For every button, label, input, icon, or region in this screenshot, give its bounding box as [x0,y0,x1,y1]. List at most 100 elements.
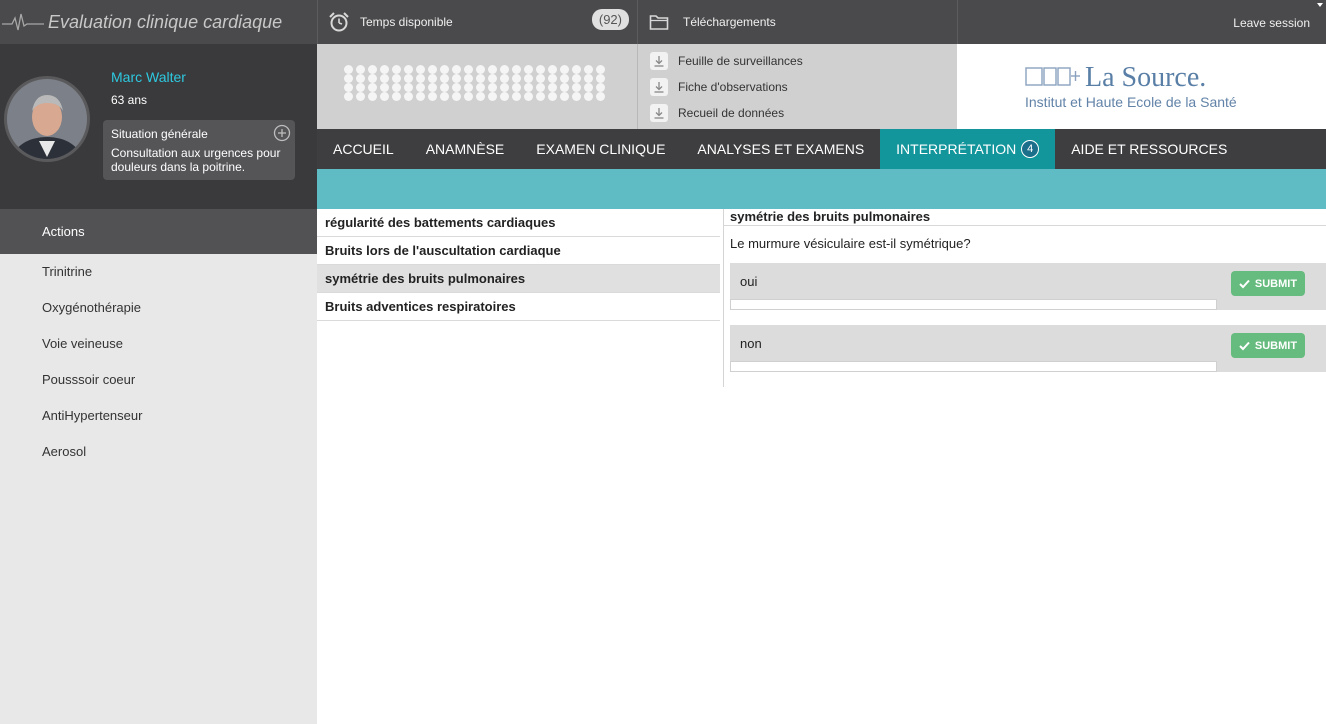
time-dot [356,74,365,83]
tab-aide-ressources[interactable]: AIDE ET RESSOURCES [1055,129,1243,169]
sidebar-item-aerosol[interactable]: Aerosol [0,434,317,470]
time-dot [560,65,569,74]
submit-button[interactable]: SUBMIT [1231,333,1305,358]
detail-title: symétrie des bruits pulmonaires [724,209,1326,226]
caret-down-icon [1317,3,1323,7]
timer-section: Temps disponible (92) [317,0,637,44]
download-label: Feuille de surveillances [678,54,803,68]
time-dot [572,92,581,101]
time-dot [524,92,533,101]
time-dot [452,74,461,83]
list-item[interactable]: Bruits adventices respiratoires [317,293,720,321]
downloads-section: Téléchargements [637,0,957,44]
tab-anamnese[interactable]: ANAMNÈSE [410,129,521,169]
time-dot [512,92,521,101]
time-dot [428,92,437,101]
sidebar-item-poussoir-coeur[interactable]: Pousssoir coeur [0,362,317,398]
time-dot [380,65,389,74]
download-fiche-observations[interactable]: Fiche d'observations [638,74,957,100]
time-dot [356,92,365,101]
logo-mark-icon [1025,67,1080,86]
submit-button[interactable]: SUBMIT [1231,271,1305,296]
sidebar-item-oxygenotherapie[interactable]: Oxygénothérapie [0,290,317,326]
leave-session-section[interactable]: Leave session [957,0,1326,44]
time-dots [344,65,606,101]
time-dot [404,92,413,101]
tab-examen-clinique[interactable]: EXAMEN CLINIQUE [520,129,681,169]
tab-badge: 4 [1021,140,1040,158]
list-item[interactable]: Bruits lors de l'auscultation cardiaque [317,237,720,265]
situation-title: Situation générale [111,127,208,141]
time-dot [584,74,593,83]
time-dot [392,74,401,83]
brand: Evaluation clinique cardiaque [0,0,317,44]
time-dot [572,83,581,92]
submit-label: SUBMIT [1254,339,1298,352]
timer-count-badge: (92) [591,9,629,30]
time-dot [524,65,533,74]
answer-option-oui: oui SUBMIT [730,263,1326,310]
downloads-label: Téléchargements [683,15,776,29]
top-bar: Evaluation clinique cardiaque Temps disp… [0,0,1326,44]
time-dot [560,74,569,83]
time-dot [584,65,593,74]
institution-logo: La Source. Institut et Haute Ecole de la… [957,44,1326,129]
time-dot [344,74,353,83]
patient-panel: Marc Walter 63 ans Situation générale Co… [0,44,317,209]
time-dot [536,65,545,74]
time-dot [512,65,521,74]
time-dot [512,83,521,92]
time-dot [536,74,545,83]
time-dot [452,83,461,92]
time-dot [356,83,365,92]
time-dot [536,92,545,101]
download-recueil-donnees[interactable]: Recueil de données [638,100,957,126]
sidebar-item-trinitrine[interactable]: Trinitrine [0,254,317,290]
avatar [4,76,90,162]
heartbeat-icon [2,13,44,31]
folder-icon [649,15,669,30]
time-dot [452,65,461,74]
question-list: régularité des battements cardiaques Bru… [317,209,720,321]
time-dot [368,92,377,101]
tab-accueil[interactable]: ACCUEIL [317,129,410,169]
time-dot [440,92,449,101]
check-icon [1239,341,1250,350]
patient-name: Marc Walter [111,69,186,85]
logo-title: La Source. [1085,62,1207,93]
tab-analyses-examens[interactable]: ANALYSES ET EXAMENS [681,129,880,169]
sidebar-item-voie-veineuse[interactable]: Voie veineuse [0,326,317,362]
time-dot [524,83,533,92]
time-dot [380,92,389,101]
time-dot [500,92,509,101]
time-dot [404,83,413,92]
answer-input[interactable] [730,299,1217,310]
time-dot [584,83,593,92]
leave-session-button[interactable]: Leave session [1233,16,1310,30]
situation-card: Situation générale Consultation aux urge… [103,120,295,180]
timer-label: Temps disponible [360,15,453,29]
time-dot [548,83,557,92]
answer-label: non [740,336,762,351]
download-icon [650,104,668,122]
section-band [317,169,1326,209]
list-item[interactable]: régularité des battements cardiaques [317,209,720,237]
tab-interpretation-label: INTERPRÉTATION [896,141,1017,157]
time-dot [392,92,401,101]
plus-circle-icon[interactable] [273,124,291,142]
actions-header: Actions [0,209,317,254]
time-dot [440,74,449,83]
time-dot [476,92,485,101]
sidebar-item-antihypertenseur[interactable]: AntiHypertenseur [0,398,317,434]
answer-input[interactable] [730,361,1217,372]
list-item-selected[interactable]: symétrie des bruits pulmonaires [317,265,720,293]
time-dot [356,65,365,74]
tab-interpretation[interactable]: INTERPRÉTATION 4 [880,129,1056,169]
submit-label: SUBMIT [1254,277,1298,290]
time-dot [476,83,485,92]
download-feuille-surveillances[interactable]: Feuille de surveillances [638,48,957,74]
time-dot [560,83,569,92]
time-dot [380,74,389,83]
download-label: Fiche d'observations [678,80,788,94]
time-dot [440,65,449,74]
